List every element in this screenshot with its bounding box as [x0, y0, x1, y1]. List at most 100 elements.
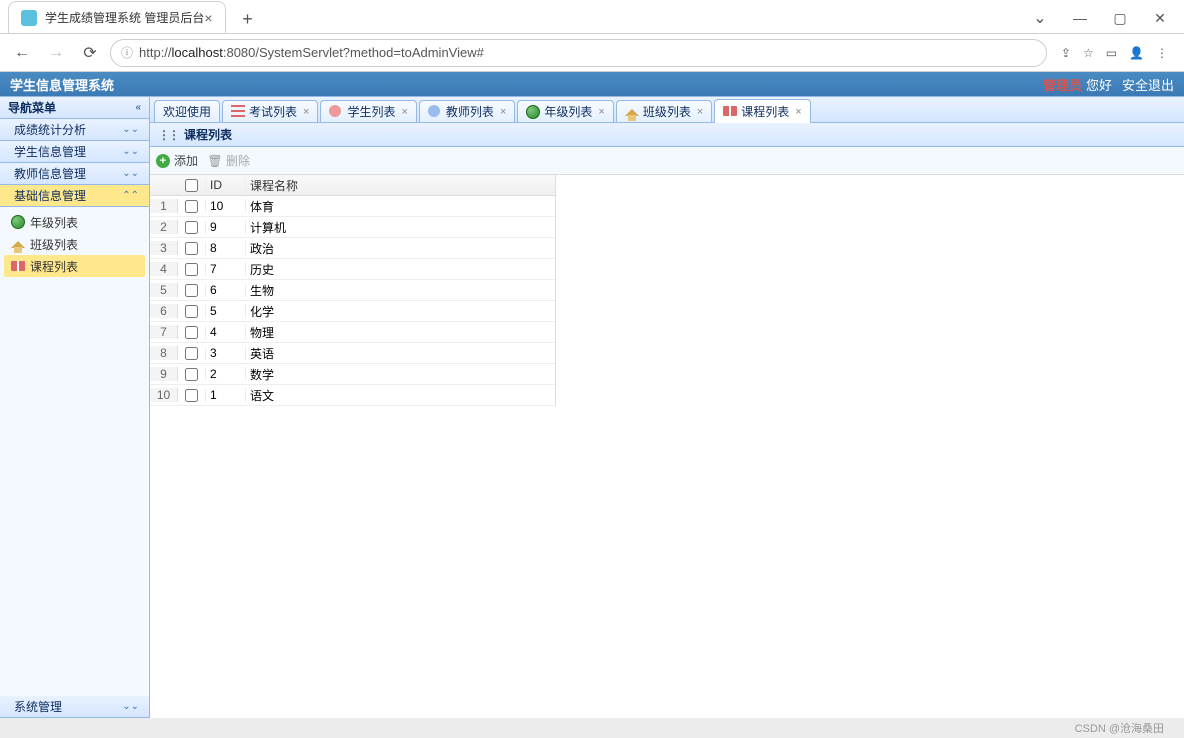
table-row[interactable]: 65化学 [150, 301, 555, 322]
teacher-icon [428, 105, 442, 119]
table-row[interactable]: 110体育 [150, 196, 555, 217]
row-checkbox[interactable] [185, 263, 198, 276]
url-bar: ← → ⟳ ⓘ http://localhost:8080/SystemServ… [0, 34, 1184, 72]
logout-link[interactable]: 安全退出 [1122, 75, 1174, 94]
role-label: 管理员 [1043, 75, 1082, 94]
share-icon[interactable]: ⇪ [1061, 46, 1071, 60]
toolbar: + 添加 🗑 删除 [150, 147, 1184, 175]
close-icon[interactable]: × [303, 106, 309, 118]
profile-icon[interactable]: 👤 [1129, 46, 1144, 60]
table-row[interactable]: 101语文 [150, 385, 555, 406]
row-checkbox[interactable] [185, 389, 198, 402]
name-cell: 历史 [246, 261, 555, 278]
row-checkbox[interactable] [185, 221, 198, 234]
close-icon[interactable]: × [795, 106, 801, 118]
table-row[interactable]: 74物理 [150, 322, 555, 343]
close-icon[interactable]: × [401, 106, 407, 118]
row-checkbox[interactable] [185, 368, 198, 381]
close-icon[interactable]: × [598, 106, 604, 118]
bookmark-icon[interactable]: ☆ [1083, 46, 1094, 60]
reading-list-icon[interactable]: ▭ [1106, 46, 1117, 60]
name-cell: 体育 [246, 198, 555, 215]
table-row[interactable]: 56生物 [150, 280, 555, 301]
tab-label: 教师列表 [446, 103, 494, 120]
tab-label: 班级列表 [643, 103, 691, 120]
name-cell: 政治 [246, 240, 555, 257]
delete-label: 删除 [226, 152, 250, 169]
tree-item-book[interactable]: 课程列表 [4, 255, 145, 277]
sidebar-item-system[interactable]: 系统管理 ⌄⌄ [0, 696, 149, 718]
sidebar-item-label: 系统管理 [14, 698, 62, 715]
table-row[interactable]: 47历史 [150, 259, 555, 280]
name-cell: 英语 [246, 345, 555, 362]
sidebar-item-3[interactable]: 基础信息管理⌃⌃ [0, 185, 149, 207]
panel-header: ⋮⋮ 课程列表 [150, 123, 1184, 147]
new-tab-button[interactable]: + [234, 5, 262, 33]
close-icon[interactable]: × [697, 106, 703, 118]
minimize-button[interactable]: — [1060, 3, 1100, 33]
chevron-down-icon[interactable]: ⌄ [1020, 3, 1060, 33]
rownum-cell: 9 [150, 367, 178, 381]
table-row[interactable]: 29计算机 [150, 217, 555, 238]
row-checkbox[interactable] [185, 284, 198, 297]
chevron-up-icon: ⌃⌃ [122, 190, 139, 201]
tab-label: 课程列表 [741, 103, 789, 120]
watermark: CSDN @沧海桑田 [0, 718, 1184, 738]
close-icon[interactable]: × [500, 106, 506, 118]
row-checkbox[interactable] [185, 347, 198, 360]
table-row[interactable]: 83英语 [150, 343, 555, 364]
tab-0[interactable]: 欢迎使用 [154, 100, 220, 122]
col-name-header[interactable]: 课程名称 [246, 177, 555, 194]
close-icon[interactable]: × [204, 10, 212, 26]
check-cell [178, 326, 206, 339]
add-button[interactable]: + 添加 [156, 152, 198, 169]
sidebar-item-label: 教师信息管理 [14, 165, 86, 182]
check-cell [178, 242, 206, 255]
row-checkbox[interactable] [185, 305, 198, 318]
house-icon [10, 236, 26, 252]
table-row[interactable]: 38政治 [150, 238, 555, 259]
sidebar-header: 导航菜单 « [0, 97, 149, 119]
reload-button[interactable]: ⟳ [76, 39, 104, 67]
name-cell: 数学 [246, 366, 555, 383]
name-cell: 化学 [246, 303, 555, 320]
maximize-button[interactable]: ▢ [1100, 3, 1140, 33]
add-label: 添加 [174, 152, 198, 169]
browser-tab[interactable]: 学生成绩管理系统 管理员后台 × [8, 1, 226, 33]
tab-6[interactable]: 课程列表 × [714, 99, 810, 123]
address-bar[interactable]: ⓘ http://localhost:8080/SystemServlet?me… [110, 39, 1047, 67]
tree-item-label: 班级列表 [30, 236, 78, 253]
id-cell: 7 [206, 262, 246, 276]
sidebar-item-2[interactable]: 教师信息管理 ⌄⌄ [0, 163, 149, 185]
delete-button[interactable]: 🗑 删除 [208, 152, 250, 169]
sidebar-item-label: 成绩统计分析 [14, 121, 86, 138]
sidebar-item-1[interactable]: 学生信息管理⌄⌄ [0, 141, 149, 163]
collapse-icon[interactable]: « [135, 102, 141, 113]
tab-1[interactable]: 考试列表× [222, 100, 318, 122]
sidebar-item-0[interactable]: 成绩统计分析⌄⌄ [0, 119, 149, 141]
col-id-header[interactable]: ID [206, 178, 246, 192]
row-checkbox[interactable] [185, 200, 198, 213]
tree-item-house[interactable]: 班级列表 [4, 233, 145, 255]
list-icon [231, 105, 245, 119]
tab-5[interactable]: 班级列表 × [616, 100, 712, 122]
rownum-cell: 8 [150, 346, 178, 360]
id-cell: 10 [206, 199, 246, 213]
table-row[interactable]: 92数学 [150, 364, 555, 385]
checkall-checkbox[interactable] [185, 179, 198, 192]
panel-title: 课程列表 [184, 126, 232, 143]
tab-4[interactable]: 年级列表 × [517, 100, 613, 122]
site-info-icon[interactable]: ⓘ [121, 44, 133, 61]
tree-item-globe[interactable]: 年级列表 [4, 211, 145, 233]
tab-label: 年级列表 [544, 103, 592, 120]
row-checkbox[interactable] [185, 242, 198, 255]
forward-button[interactable]: → [42, 39, 70, 67]
tab-title: 学生成绩管理系统 管理员后台 [45, 9, 204, 26]
back-button[interactable]: ← [8, 39, 36, 67]
tab-2[interactable]: 学生列表× [320, 100, 416, 122]
tab-3[interactable]: 教师列表 × [419, 100, 515, 122]
chevron-down-icon: ⌄⌄ [122, 168, 139, 179]
row-checkbox[interactable] [185, 326, 198, 339]
menu-icon[interactable]: ⋮ [1156, 46, 1168, 60]
close-window-button[interactable]: ✕ [1140, 3, 1180, 33]
